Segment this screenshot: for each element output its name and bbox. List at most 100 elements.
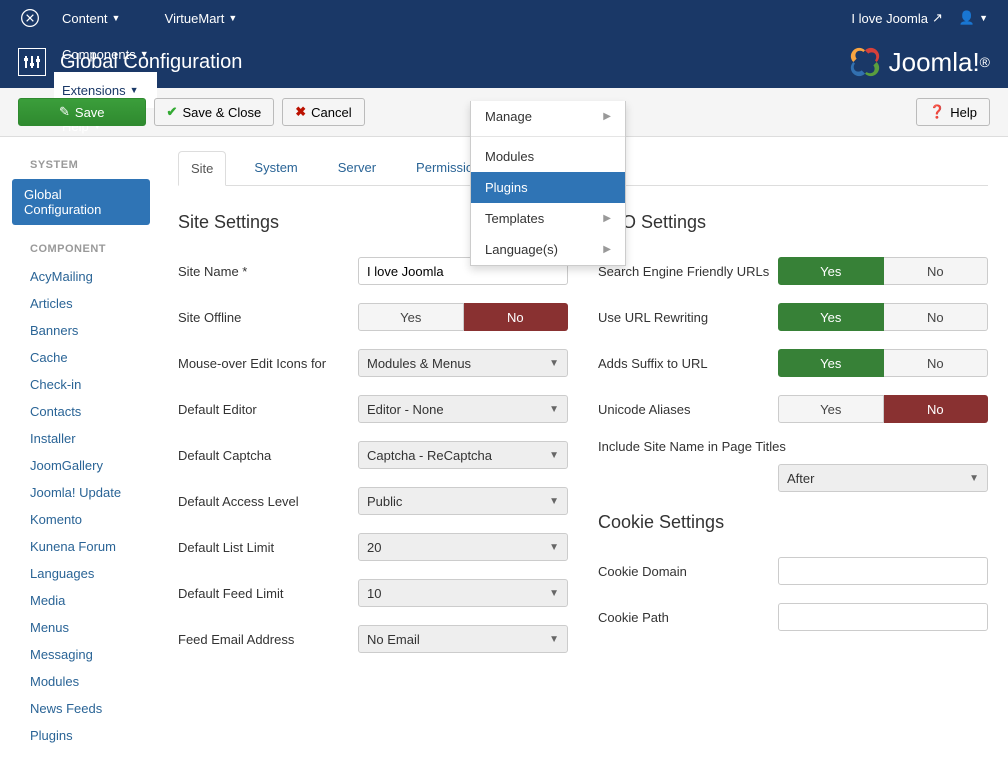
help-button[interactable]: ❓Help (916, 98, 990, 126)
sidebar-item-banners[interactable]: Banners (12, 317, 158, 344)
chevron-down-icon: ▼ (549, 358, 559, 369)
sidebar-item-cache[interactable]: Cache (12, 344, 158, 371)
select-dropdown[interactable]: No Email▼ (358, 625, 568, 653)
chevron-down-icon: ▼ (549, 404, 559, 415)
sidebar-item-messaging[interactable]: Messaging (12, 641, 158, 668)
dropdown-item-templates[interactable]: Templates▶ (471, 203, 625, 234)
select-dropdown[interactable]: Public▼ (358, 487, 568, 515)
main-content: Manage▶ModulesPluginsTemplates▶Language(… (158, 137, 1008, 767)
sidebar-heading-component: COMPONENT (30, 243, 158, 255)
field-default-captcha: Default CaptchaCaptcha - ReCaptcha▼ (178, 439, 568, 471)
toggle-yes[interactable]: Yes (778, 349, 884, 377)
sidebar-item-languages[interactable]: Languages (12, 560, 158, 587)
sidebar-heading-system: SYSTEM (30, 159, 158, 171)
sidebar-item-joomgallery[interactable]: JoomGallery (12, 452, 158, 479)
config-icon (18, 48, 46, 76)
sidebar-item-komento[interactable]: Komento (12, 506, 158, 533)
seo-settings-heading: SEO Settings (598, 212, 988, 233)
chevron-down-icon: ▼ (549, 634, 559, 645)
field-label: Unicode Aliases (598, 402, 778, 417)
field-default-editor: Default EditorEditor - None▼ (178, 393, 568, 425)
chevron-down-icon: ▼ (549, 496, 559, 507)
sidebar-item-articles[interactable]: Articles (12, 290, 158, 317)
nav-user-site[interactable]: I love Joomla ↗ (843, 0, 951, 36)
field-label: Feed Email Address (178, 632, 358, 647)
page-title: Global Configuration (60, 51, 242, 74)
field-label: Site Offline (178, 310, 358, 325)
text-input[interactable] (778, 603, 988, 631)
site-settings-column: Site Settings Site Name *Site OfflineYes… (178, 198, 568, 669)
nav-user-menu[interactable]: 👤 ▼ (951, 0, 996, 36)
nav-virtuemart[interactable]: VirtueMart ▼ (157, 0, 246, 36)
dropdown-item-plugins[interactable]: Plugins (471, 172, 625, 203)
field-include-site-name-in-page-titles: Include Site Name in Page Titles After▼ (598, 439, 988, 492)
sidebar-item-contacts[interactable]: Contacts (12, 398, 158, 425)
extensions-dropdown: Manage▶ ModulesPluginsTemplates▶Language(… (470, 101, 626, 266)
cancel-button[interactable]: ✖Cancel (282, 98, 364, 126)
field-feed-email-address: Feed Email AddressNo Email▼ (178, 623, 568, 655)
cancel-icon: ✖ (295, 104, 306, 120)
chevron-down-icon: ▼ (549, 542, 559, 553)
select-dropdown[interactable]: 20▼ (358, 533, 568, 561)
sidebar-item-installer[interactable]: Installer (12, 425, 158, 452)
yes-no-toggle: YesNo (778, 349, 988, 377)
tab-server[interactable]: Server (326, 151, 388, 185)
toggle-yes[interactable]: Yes (778, 257, 884, 285)
sidebar-item-check-in[interactable]: Check-in (12, 371, 158, 398)
sidebar-item-joomla-update[interactable]: Joomla! Update (12, 479, 158, 506)
sidebar-item-plugins[interactable]: Plugins (12, 722, 158, 749)
field-label: Use URL Rewriting (598, 310, 778, 325)
tab-system[interactable]: System (242, 151, 309, 185)
dropdown-item-manage[interactable]: Manage▶ (471, 101, 625, 132)
sidebar-item-kunena-forum[interactable]: Kunena Forum (12, 533, 158, 560)
joomla-brand: Joomla!® (845, 42, 990, 82)
user-icon: 👤 (959, 10, 975, 26)
top-navbar: System ▼Users ▼Menus ▼Content ▼Component… (0, 0, 1008, 36)
field-label: Default List Limit (178, 540, 358, 555)
sidebar-item-acymailing[interactable]: AcyMailing (12, 263, 158, 290)
select-dropdown[interactable]: 10▼ (358, 579, 568, 607)
toggle-no[interactable]: No (884, 349, 989, 377)
dropdown-item-language-s-[interactable]: Language(s)▶ (471, 234, 625, 265)
nav-content[interactable]: Content ▼ (54, 0, 157, 36)
dropdown-item-modules[interactable]: Modules (471, 141, 625, 172)
toggle-no[interactable]: No (464, 303, 569, 331)
sidebar-item-modules[interactable]: Modules (12, 668, 158, 695)
field-default-list-limit: Default List Limit20▼ (178, 531, 568, 563)
check-icon: ✔ (167, 104, 178, 120)
select-dropdown[interactable]: Editor - None▼ (358, 395, 568, 423)
field-label: Default Feed Limit (178, 586, 358, 601)
toggle-no[interactable]: No (884, 303, 989, 331)
field-label: Mouse-over Edit Icons for (178, 356, 358, 371)
chevron-down-icon: ▼ (969, 473, 979, 484)
field-label: Cookie Path (598, 610, 778, 625)
field-cookie-domain: Cookie Domain (598, 555, 988, 587)
tab-site[interactable]: Site (178, 151, 226, 186)
sidebar: SYSTEM GlobalConfiguration COMPONENT Acy… (0, 137, 158, 767)
sidebar-item-media[interactable]: Media (12, 587, 158, 614)
field-default-feed-limit: Default Feed Limit10▼ (178, 577, 568, 609)
toggle-yes[interactable]: Yes (778, 303, 884, 331)
field-label: Include Site Name in Page Titles (598, 439, 988, 454)
yes-no-toggle: YesNo (778, 257, 988, 285)
field-default-access-level: Default Access LevelPublic▼ (178, 485, 568, 517)
yes-no-toggle: YesNo (358, 303, 568, 331)
toggle-yes[interactable]: Yes (778, 395, 884, 423)
sidebar-item-menus[interactable]: Menus (12, 614, 158, 641)
field-label: Default Editor (178, 402, 358, 417)
toggle-no[interactable]: No (884, 257, 989, 285)
yes-no-toggle: YesNo (778, 395, 988, 423)
sidebar-item-news-feeds[interactable]: News Feeds (12, 695, 158, 722)
save-close-button[interactable]: ✔Save & Close (154, 98, 275, 126)
yes-no-toggle: YesNo (778, 303, 988, 331)
save-button[interactable]: ✎Save (18, 98, 146, 126)
toggle-no[interactable]: No (884, 395, 989, 423)
toggle-yes[interactable]: Yes (358, 303, 464, 331)
nav-joomla-icon[interactable] (12, 0, 54, 36)
select-dropdown[interactable]: Modules & Menus▼ (358, 349, 568, 377)
text-input[interactable] (778, 557, 988, 585)
select-dropdown[interactable]: After▼ (778, 464, 988, 492)
select-dropdown[interactable]: Captcha - ReCaptcha▼ (358, 441, 568, 469)
field-label: Default Access Level (178, 494, 358, 509)
sidebar-item-global-configuration[interactable]: GlobalConfiguration (12, 179, 150, 225)
